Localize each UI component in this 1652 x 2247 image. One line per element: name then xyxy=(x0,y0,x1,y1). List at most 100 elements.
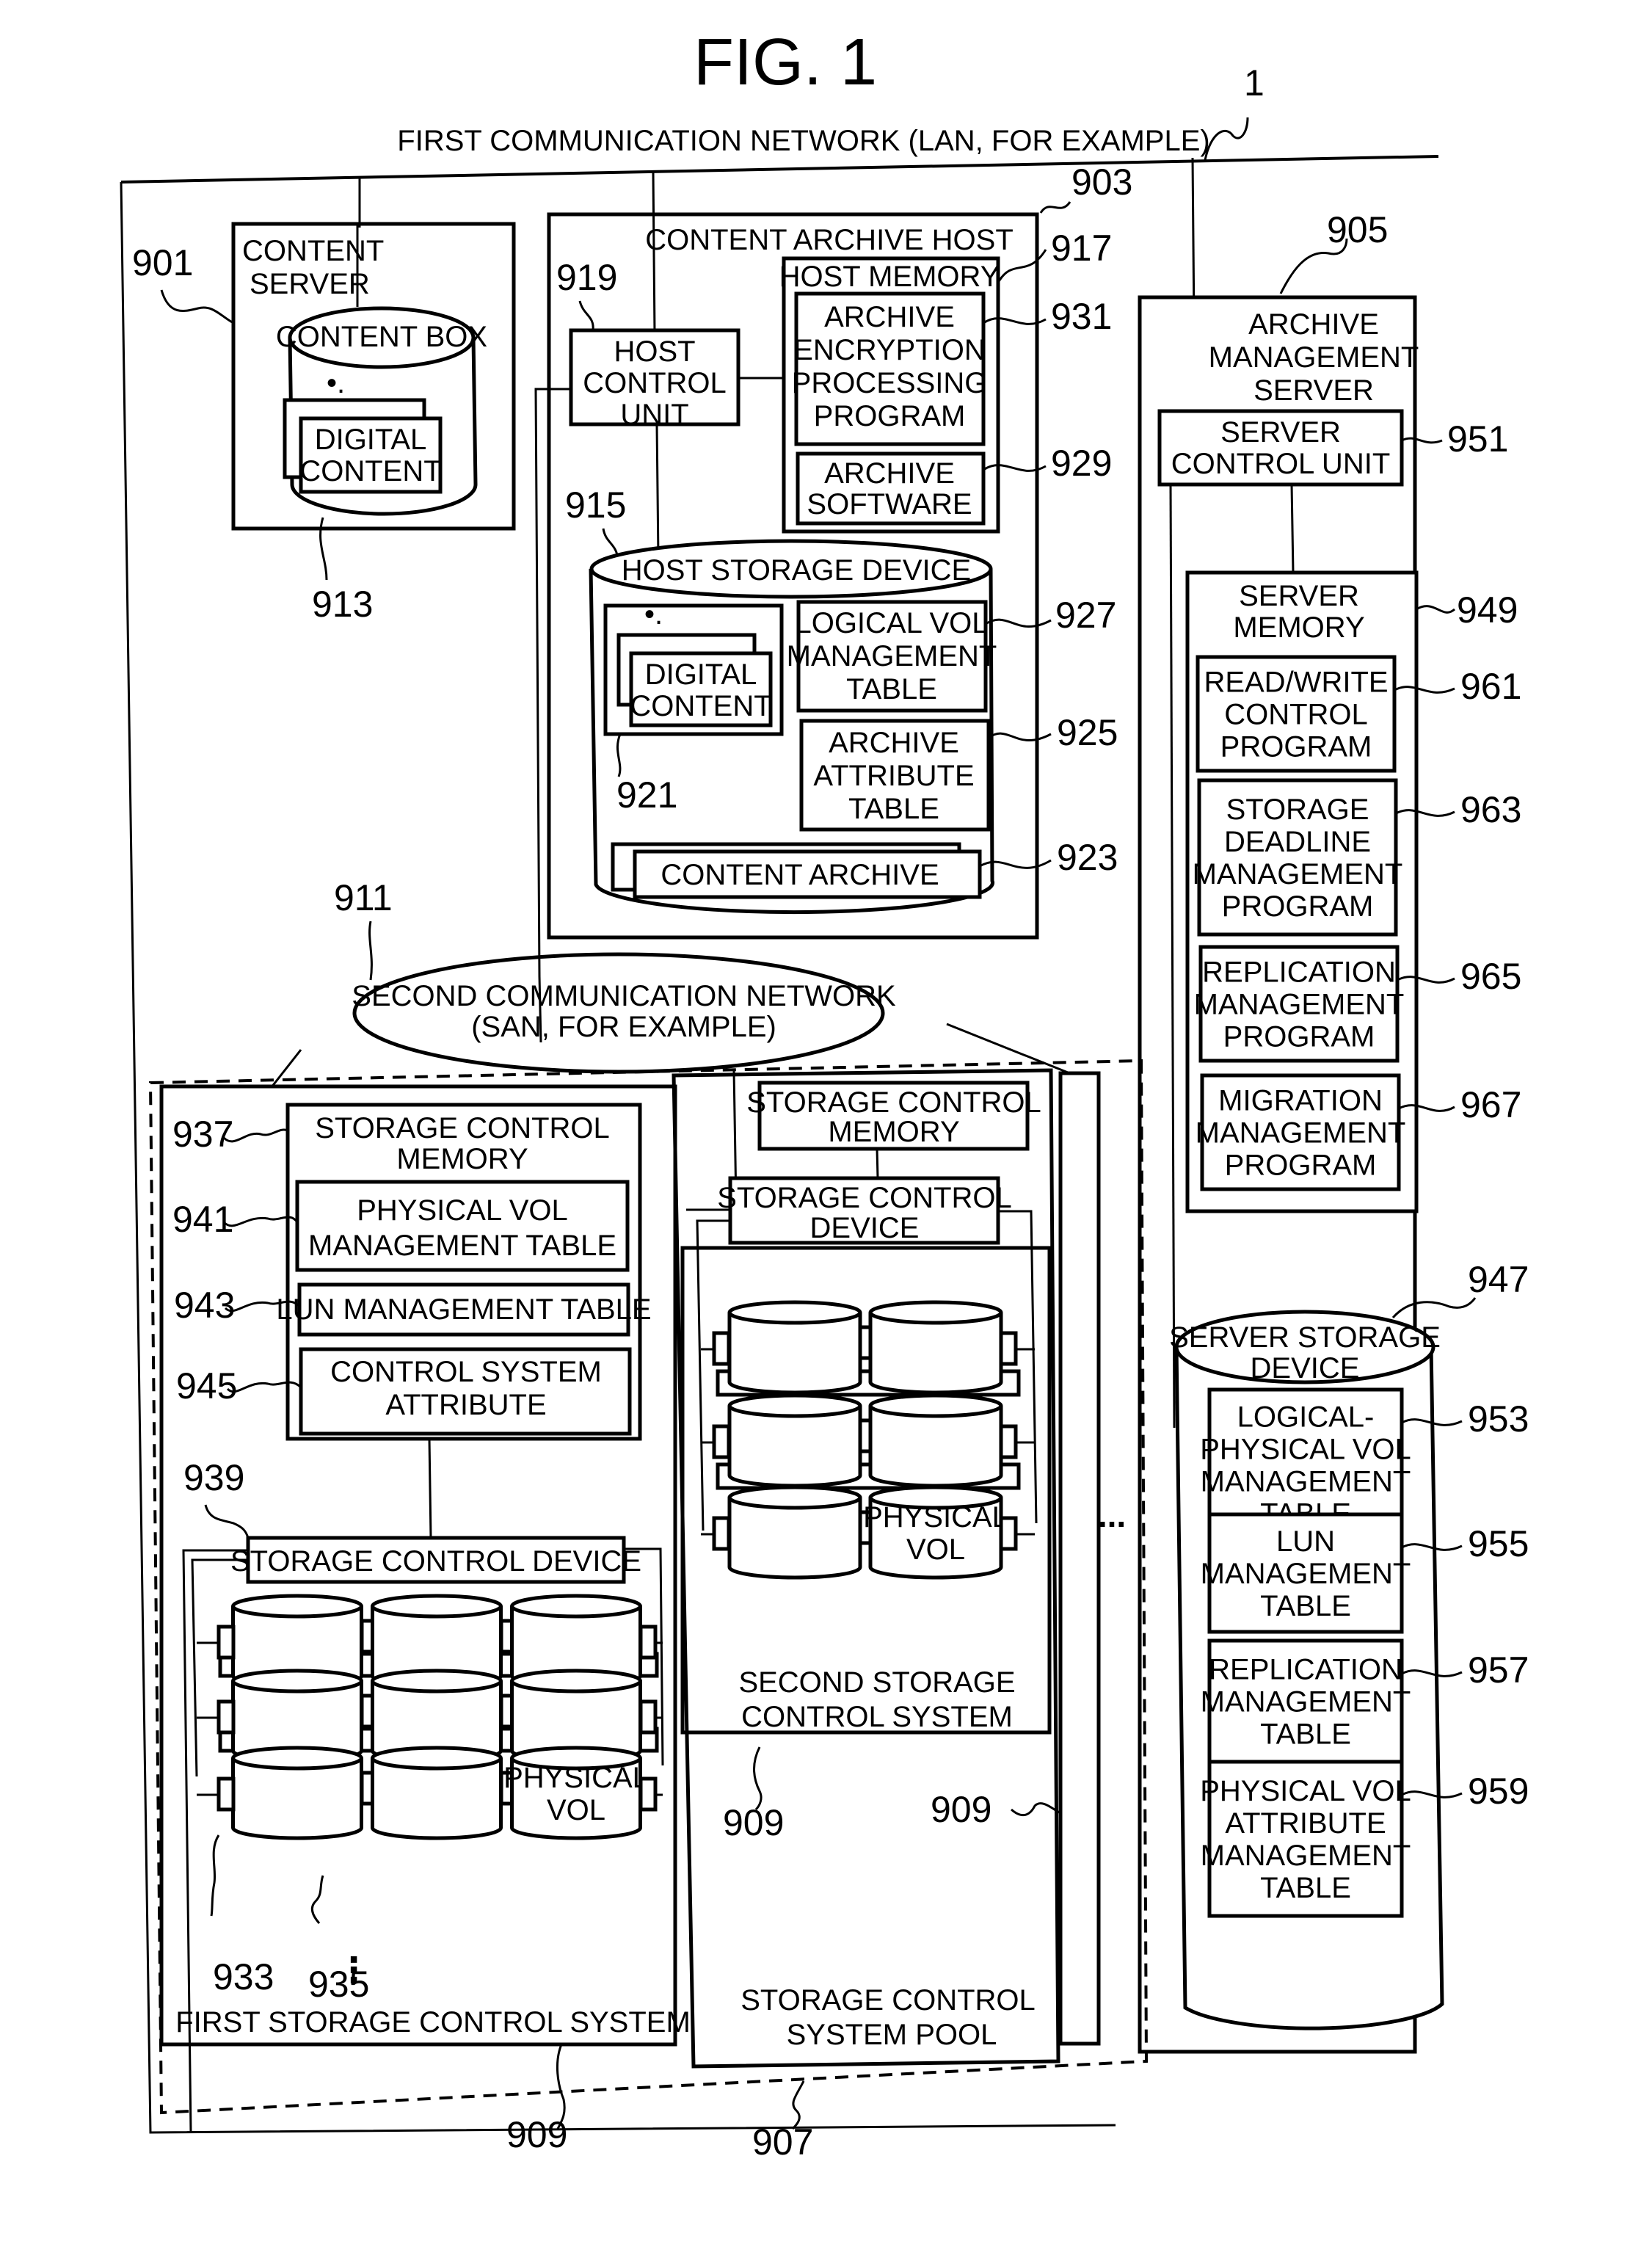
port xyxy=(999,1331,1018,1366)
port xyxy=(216,1776,236,1812)
archive-encryption-label-1: ARCHIVE xyxy=(824,301,955,333)
third-storage-system-ref: 909 xyxy=(931,1789,991,1830)
host-memory-label: HOST MEMORY xyxy=(779,261,1000,293)
server-memory-item-961-label-2: CONTROL xyxy=(1224,699,1368,731)
ams-label-3: SERVER xyxy=(1253,374,1374,407)
lun-table-ref: 943 xyxy=(174,1285,235,1326)
content-server-ref: 901 xyxy=(132,242,193,283)
server-memory-item-963-ref: 963 xyxy=(1460,789,1521,830)
first-storage-control-system: FIRST STORAGE CONTROL SYSTEM 909 STORAGE… xyxy=(159,1084,691,2155)
port xyxy=(712,1516,731,1551)
second-scd-label-1: STORAGE CONTROL xyxy=(717,1182,1012,1214)
server-control-unit-label-2: CONTROL UNIT xyxy=(1171,448,1391,480)
second-storage-system-label-2: CONTROL SYSTEM xyxy=(741,1701,1013,1733)
port xyxy=(638,1625,658,1660)
server-storage-item-959-label-4: TABLE xyxy=(1260,1872,1351,1904)
second-network-label-2: (SAN, FOR EXAMPLE) xyxy=(471,1011,776,1043)
physical-disk-s2-r2c2 xyxy=(868,1393,1003,1488)
server-memory-item-967-label-1: MIGRATION xyxy=(1218,1085,1383,1117)
physical-disk-r3c1 xyxy=(231,1746,363,1840)
first-scm-ref: 937 xyxy=(172,1114,233,1155)
server-memory-item-967-ref: 967 xyxy=(1460,1084,1521,1125)
archive-software-label-2: SOFTWARE xyxy=(807,488,972,520)
digital-content-ellipsis: •. xyxy=(644,598,663,631)
first-network-label: FIRST COMMUNICATION NETWORK (LAN, FOR EX… xyxy=(397,125,1209,157)
port xyxy=(999,1424,1018,1459)
ams-label-2: MANAGEMENT xyxy=(1209,341,1419,374)
host-digital-content-label-1: DIGITAL xyxy=(645,658,757,691)
storage-pool-label-2: SYSTEM POOL xyxy=(787,2019,997,2051)
archive-management-server-ref: 905 xyxy=(1327,209,1388,250)
archive-encryption-label-3: PROCESSING xyxy=(792,367,988,399)
server-storage-item-959: PHYSICAL VOLATTRIBUTEMANAGEMENTTABLE 959 xyxy=(1200,1760,1529,1918)
content-box-label: CONTENT BOX xyxy=(276,321,487,353)
host-control-unit-label-3: UNIT xyxy=(620,399,688,431)
more-systems-ellipsis: ... xyxy=(1098,1496,1126,1534)
archive-attribute-label-3: TABLE xyxy=(848,793,939,825)
server-memory-item-965-label-1: REPLICATION xyxy=(1202,956,1396,989)
server-memory-item-967-label-2: MANAGEMENT xyxy=(1196,1117,1406,1150)
storage-pool-ref: 907 xyxy=(752,2121,813,2163)
content-box-ellipsis: •. xyxy=(327,367,345,399)
server-storage-item-957-ref: 957 xyxy=(1468,1649,1529,1691)
port xyxy=(216,1699,236,1735)
content-box-ref: 913 xyxy=(312,584,373,625)
physical-disk-s2-r2c1 xyxy=(727,1393,862,1488)
server-memory-item-965: REPLICATIONMANAGEMENTPROGRAM 965 xyxy=(1194,945,1521,1063)
ams-label-1: ARCHIVE xyxy=(1248,308,1379,341)
server-memory-item-965-label-3: PROGRAM xyxy=(1223,1021,1375,1053)
archive-software-ref: 929 xyxy=(1051,443,1112,484)
server-memory-item-961: READ/WRITECONTROLPROGRAM 961 xyxy=(1196,655,1521,773)
host-storage-device-label: HOST STORAGE DEVICE xyxy=(622,554,971,587)
csa-label-1: CONTROL SYSTEM xyxy=(330,1356,602,1388)
logical-vol-label-1: LOGICAL VOL xyxy=(795,607,988,639)
first-scm-label-1: STORAGE CONTROL xyxy=(315,1112,610,1144)
archive-software-label-1: ARCHIVE xyxy=(824,457,955,490)
server-memory-item-961-ref: 961 xyxy=(1460,666,1521,707)
content-archive-label: CONTENT ARCHIVE xyxy=(661,859,939,891)
physical-disk-s2-r3c2-label-2: VOL xyxy=(906,1533,965,1566)
server-storage-item-955-label-1: LUN xyxy=(1276,1525,1335,1558)
archive-management-server: 905 ARCHIVE MANAGEMENT SERVER SERVER CON… xyxy=(1138,157,1529,2054)
first-storage-system-label: FIRST STORAGE CONTROL SYSTEM xyxy=(175,2006,691,2039)
physical-disk-s2-r1c2 xyxy=(868,1300,1003,1395)
first-network-line xyxy=(120,155,1439,184)
logical-vol-label-3: TABLE xyxy=(846,673,937,705)
third-storage-system-box xyxy=(1058,1071,1101,2046)
content-server-label-2: SERVER xyxy=(250,268,370,300)
host-control-unit-ref: 919 xyxy=(556,257,617,298)
second-scm-label-1: STORAGE CONTROL xyxy=(746,1086,1041,1119)
content-server-label-1: CONTENT xyxy=(242,235,384,267)
archive-attribute-label-1: ARCHIVE xyxy=(829,727,959,759)
first-scm-label-2: MEMORY xyxy=(396,1143,528,1175)
server-storage-item-957-label-1: REPLICATION xyxy=(1209,1654,1402,1686)
system-ref: 1 xyxy=(1244,62,1265,104)
server-memory-item-967-label-3: PROGRAM xyxy=(1225,1150,1377,1182)
server-memory-label-2: MEMORY xyxy=(1233,611,1364,644)
server-memory-label-1: SERVER xyxy=(1239,580,1359,612)
server-storage-item-957: REPLICATIONMANAGEMENTTABLE 957 xyxy=(1201,1638,1529,1764)
server-memory-items: READ/WRITECONTROLPROGRAM961STORAGEDEADLI… xyxy=(1193,655,1521,1191)
pvmt-label-2: MANAGEMENT TABLE xyxy=(308,1230,616,1262)
server-memory-ref: 949 xyxy=(1457,589,1518,631)
patent-figure: FIG. 1 FIRST COMMUNICATION NETWORK (LAN,… xyxy=(120,26,1529,2163)
server-control-unit-label-1: SERVER xyxy=(1220,416,1341,449)
server-storage-items: LOGICAL-PHYSICAL VOLMANAGEMENTTABLE953LU… xyxy=(1200,1387,1529,1918)
second-disk-array: PHYSICALVOL xyxy=(701,1300,1035,1580)
physical-disk-r3c3: PHYSICALVOL xyxy=(503,1746,649,1840)
physical-disk-r3c3-label-2: VOL xyxy=(547,1794,605,1826)
server-storage-item-959-label-3: MANAGEMENT xyxy=(1201,1840,1411,1872)
server-storage-item-953-label-2: PHYSICAL VOL xyxy=(1200,1434,1411,1466)
content-archive-host-ref: 903 xyxy=(1071,161,1132,203)
server-storage-item-957-label-3: TABLE xyxy=(1260,1718,1351,1751)
second-scm-label-2: MEMORY xyxy=(828,1116,959,1148)
archive-encryption-label-4: PROGRAM xyxy=(814,400,966,432)
csa-ref: 945 xyxy=(176,1365,237,1406)
server-storage-item-953-label-3: MANAGEMENT xyxy=(1201,1466,1411,1498)
more-disks-ellipsis: ⋮ xyxy=(336,1951,371,1990)
server-storage-device-ref: 947 xyxy=(1468,1259,1529,1300)
second-storage-system-label-1: SECOND STORAGE xyxy=(738,1666,1015,1699)
server-memory-item-963: STORAGEDEADLINEMANAGEMENTPROGRAM 963 xyxy=(1193,778,1521,937)
digital-content-label-2: CONTENT xyxy=(299,455,441,487)
server-storage-item-959-label-2: ATTRIBUTE xyxy=(1225,1807,1386,1840)
